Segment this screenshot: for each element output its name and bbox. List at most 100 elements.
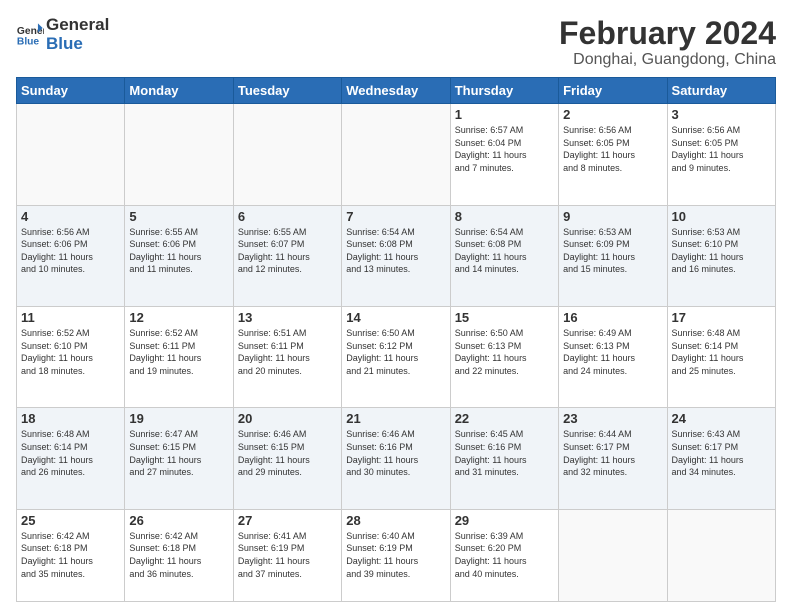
day-info: Sunrise: 6:57 AM Sunset: 6:04 PM Dayligh… — [455, 124, 554, 174]
calendar-cell: 21 Sunrise: 6:46 AM Sunset: 6:16 PM Dayli… — [342, 408, 450, 509]
day-info: Sunrise: 6:46 AM Sunset: 6:16 PM Dayligh… — [346, 428, 445, 478]
month-title: February 2024 — [559, 16, 776, 51]
calendar-cell: 23 Sunrise: 6:44 AM Sunset: 6:17 PM Dayli… — [559, 408, 667, 509]
day-info: Sunrise: 6:54 AM Sunset: 6:08 PM Dayligh… — [346, 226, 445, 276]
calendar-cell: 20Sunrise: 6:46 AM Sunset: 6:15 PM Dayli… — [233, 408, 341, 509]
header-sunday: Sunday — [17, 78, 125, 104]
calendar-cell — [559, 509, 667, 601]
calendar-cell: 15 Sunrise: 6:50 AM Sunset: 6:13 PM Dayli… — [450, 307, 558, 408]
day-info: Sunrise: 6:53 AM Sunset: 6:09 PM Dayligh… — [563, 226, 662, 276]
day-number: 25 — [21, 513, 120, 528]
day-number: 21 — [346, 411, 445, 426]
day-info: Sunrise: 6:42 AM Sunset: 6:18 PM Dayligh… — [21, 530, 120, 580]
calendar-cell: 16Sunrise: 6:49 AM Sunset: 6:13 PM Dayli… — [559, 307, 667, 408]
day-number: 9 — [563, 209, 662, 224]
day-info: Sunrise: 6:50 AM Sunset: 6:13 PM Dayligh… — [455, 327, 554, 377]
day-number: 12 — [129, 310, 228, 325]
day-number: 24 — [672, 411, 771, 426]
day-number: 5 — [129, 209, 228, 224]
calendar-cell: 26 Sunrise: 6:42 AM Sunset: 6:18 PM Dayli… — [125, 509, 233, 601]
day-info: Sunrise: 6:46 AM Sunset: 6:15 PM Dayligh… — [238, 428, 337, 478]
calendar-cell: 22Sunrise: 6:45 AM Sunset: 6:16 PM Dayli… — [450, 408, 558, 509]
title-section: February 2024 Donghai, Guangdong, China — [559, 16, 776, 69]
day-number: 11 — [21, 310, 120, 325]
day-number: 15 — [455, 310, 554, 325]
day-number: 29 — [455, 513, 554, 528]
calendar-cell: 6Sunrise: 6:55 AM Sunset: 6:07 PM Daylig… — [233, 205, 341, 306]
calendar-cell: 5Sunrise: 6:55 AM Sunset: 6:06 PM Daylig… — [125, 205, 233, 306]
calendar-cell: 9 Sunrise: 6:53 AM Sunset: 6:09 PM Daylig… — [559, 205, 667, 306]
svg-text:Blue: Blue — [17, 36, 40, 47]
day-number: 13 — [238, 310, 337, 325]
day-number: 1 — [455, 107, 554, 122]
calendar-cell: 24 Sunrise: 6:43 AM Sunset: 6:17 PM Dayli… — [667, 408, 775, 509]
day-number: 3 — [672, 107, 771, 122]
calendar-cell: 17 Sunrise: 6:48 AM Sunset: 6:14 PM Dayli… — [667, 307, 775, 408]
day-info: Sunrise: 6:48 AM Sunset: 6:14 PM Dayligh… — [672, 327, 771, 377]
calendar-cell: 1 Sunrise: 6:57 AM Sunset: 6:04 PM Daylig… — [450, 104, 558, 205]
calendar-cell: 18Sunrise: 6:48 AM Sunset: 6:14 PM Dayli… — [17, 408, 125, 509]
day-info: Sunrise: 6:41 AM Sunset: 6:19 PM Dayligh… — [238, 530, 337, 580]
day-info: Sunrise: 6:44 AM Sunset: 6:17 PM Dayligh… — [563, 428, 662, 478]
day-number: 19 — [129, 411, 228, 426]
logo-line1: General — [46, 16, 109, 35]
calendar-cell: 19 Sunrise: 6:47 AM Sunset: 6:15 PM Dayli… — [125, 408, 233, 509]
day-info: Sunrise: 6:52 AM Sunset: 6:10 PM Dayligh… — [21, 327, 120, 377]
calendar-cell: 7Sunrise: 6:54 AM Sunset: 6:08 PM Daylig… — [342, 205, 450, 306]
header-thursday: Thursday — [450, 78, 558, 104]
day-info: Sunrise: 6:56 AM Sunset: 6:06 PM Dayligh… — [21, 226, 120, 276]
header: General Blue General Blue February 2024 … — [16, 16, 776, 69]
day-number: 6 — [238, 209, 337, 224]
calendar-cell: 3 Sunrise: 6:56 AM Sunset: 6:05 PM Daylig… — [667, 104, 775, 205]
day-number: 8 — [455, 209, 554, 224]
header-saturday: Saturday — [667, 78, 775, 104]
day-info: Sunrise: 6:56 AM Sunset: 6:05 PM Dayligh… — [672, 124, 771, 174]
header-friday: Friday — [559, 78, 667, 104]
calendar-cell — [342, 104, 450, 205]
calendar-cell: 11 Sunrise: 6:52 AM Sunset: 6:10 PM Dayli… — [17, 307, 125, 408]
day-info: Sunrise: 6:53 AM Sunset: 6:10 PM Dayligh… — [672, 226, 771, 276]
day-info: Sunrise: 6:42 AM Sunset: 6:18 PM Dayligh… — [129, 530, 228, 580]
day-info: Sunrise: 6:43 AM Sunset: 6:17 PM Dayligh… — [672, 428, 771, 478]
location: Donghai, Guangdong, China — [559, 51, 776, 69]
calendar-cell: 12 Sunrise: 6:52 AM Sunset: 6:11 PM Dayli… — [125, 307, 233, 408]
day-number: 26 — [129, 513, 228, 528]
calendar-body: 1 Sunrise: 6:57 AM Sunset: 6:04 PM Daylig… — [17, 104, 776, 602]
day-info: Sunrise: 6:47 AM Sunset: 6:15 PM Dayligh… — [129, 428, 228, 478]
calendar-cell — [17, 104, 125, 205]
calendar-week-row: 11 Sunrise: 6:52 AM Sunset: 6:10 PM Dayli… — [17, 307, 776, 408]
calendar-header-row: SundayMondayTuesdayWednesdayThursdayFrid… — [17, 78, 776, 104]
day-info: Sunrise: 6:51 AM Sunset: 6:11 PM Dayligh… — [238, 327, 337, 377]
calendar-week-row: 18Sunrise: 6:48 AM Sunset: 6:14 PM Dayli… — [17, 408, 776, 509]
calendar-cell: 25 Sunrise: 6:42 AM Sunset: 6:18 PM Dayli… — [17, 509, 125, 601]
calendar-cell — [667, 509, 775, 601]
calendar-week-row: 25 Sunrise: 6:42 AM Sunset: 6:18 PM Dayli… — [17, 509, 776, 601]
calendar: SundayMondayTuesdayWednesdayThursdayFrid… — [16, 77, 776, 602]
calendar-week-row: 1 Sunrise: 6:57 AM Sunset: 6:04 PM Daylig… — [17, 104, 776, 205]
calendar-cell: 28Sunrise: 6:40 AM Sunset: 6:19 PM Dayli… — [342, 509, 450, 601]
calendar-cell: 2Sunrise: 6:56 AM Sunset: 6:05 PM Daylig… — [559, 104, 667, 205]
day-info: Sunrise: 6:54 AM Sunset: 6:08 PM Dayligh… — [455, 226, 554, 276]
calendar-cell: 10Sunrise: 6:53 AM Sunset: 6:10 PM Dayli… — [667, 205, 775, 306]
calendar-cell: 29 Sunrise: 6:39 AM Sunset: 6:20 PM Dayli… — [450, 509, 558, 601]
logo-line2: Blue — [46, 35, 109, 54]
day-number: 23 — [563, 411, 662, 426]
day-info: Sunrise: 6:50 AM Sunset: 6:12 PM Dayligh… — [346, 327, 445, 377]
logo: General Blue General Blue — [16, 16, 109, 53]
page: General Blue General Blue February 2024 … — [0, 0, 792, 612]
logo-icon: General Blue — [16, 21, 44, 49]
header-tuesday: Tuesday — [233, 78, 341, 104]
day-number: 28 — [346, 513, 445, 528]
calendar-cell: 14Sunrise: 6:50 AM Sunset: 6:12 PM Dayli… — [342, 307, 450, 408]
day-info: Sunrise: 6:39 AM Sunset: 6:20 PM Dayligh… — [455, 530, 554, 580]
day-number: 17 — [672, 310, 771, 325]
calendar-cell — [233, 104, 341, 205]
calendar-cell: 27 Sunrise: 6:41 AM Sunset: 6:19 PM Dayli… — [233, 509, 341, 601]
day-info: Sunrise: 6:52 AM Sunset: 6:11 PM Dayligh… — [129, 327, 228, 377]
day-info: Sunrise: 6:49 AM Sunset: 6:13 PM Dayligh… — [563, 327, 662, 377]
calendar-cell: 13 Sunrise: 6:51 AM Sunset: 6:11 PM Dayli… — [233, 307, 341, 408]
day-number: 27 — [238, 513, 337, 528]
calendar-cell: 4Sunrise: 6:56 AM Sunset: 6:06 PM Daylig… — [17, 205, 125, 306]
day-info: Sunrise: 6:56 AM Sunset: 6:05 PM Dayligh… — [563, 124, 662, 174]
calendar-cell — [125, 104, 233, 205]
